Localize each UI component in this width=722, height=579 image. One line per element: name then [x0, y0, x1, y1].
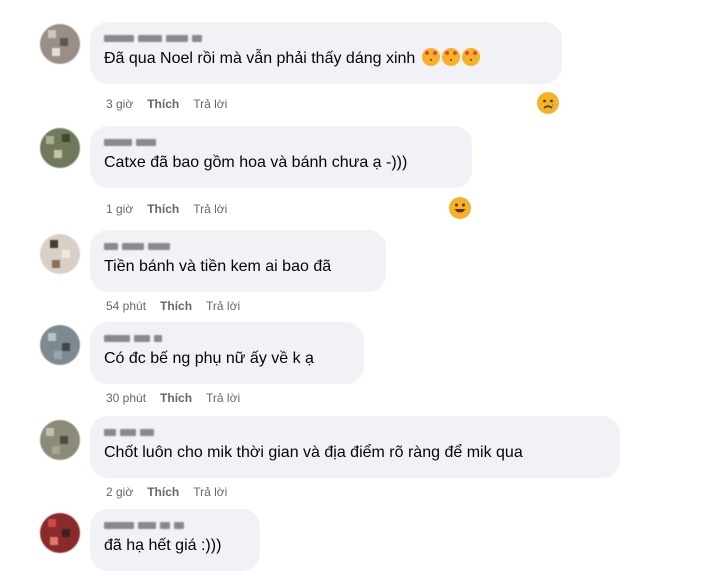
comment-actions: 2 giờ Thích Trả lời	[106, 485, 227, 499]
grinning-face-icon[interactable]	[449, 197, 471, 219]
like-button[interactable]: Thích	[160, 391, 192, 405]
comment-bubble: Tiền bánh và tiền kem ai bao đã	[90, 230, 386, 292]
timestamp[interactable]: 2 giờ	[106, 485, 133, 499]
author-name-redacted[interactable]	[104, 30, 550, 46]
comment-bubble: Đã qua Noel rồi mà vẫn phải thấy dáng xi…	[90, 22, 562, 84]
like-button[interactable]: Thích	[160, 299, 192, 313]
avatar[interactable]	[40, 24, 80, 64]
timestamp[interactable]: 3 giờ	[106, 97, 133, 111]
author-name-redacted[interactable]	[104, 238, 374, 254]
timestamp[interactable]: 1 giờ	[106, 202, 133, 216]
comment-bubble: Chốt luôn cho mik thời gian và địa điểm …	[90, 416, 620, 478]
like-button[interactable]: Thích	[147, 202, 179, 216]
comment-text: Catxe đã bao gồm hoa và bánh chưa ạ -)))	[104, 154, 408, 171]
author-name-redacted[interactable]	[104, 134, 460, 150]
reply-button[interactable]: Trả lời	[206, 391, 240, 405]
comment-bubble: Catxe đã bao gồm hoa và bánh chưa ạ -)))	[90, 126, 472, 188]
avatar[interactable]	[40, 128, 80, 168]
crying-face-icon[interactable]	[537, 92, 559, 114]
reply-button[interactable]: Trả lời	[193, 485, 227, 499]
avatar[interactable]	[40, 420, 80, 460]
avatar[interactable]	[40, 325, 80, 365]
reply-button[interactable]: Trả lời	[206, 299, 240, 313]
reply-button[interactable]: Trả lời	[193, 202, 227, 216]
comment-actions: 30 phút Thích Trả lời	[106, 391, 240, 405]
author-name-redacted[interactable]	[104, 424, 608, 440]
author-name-redacted[interactable]	[104, 330, 352, 346]
comment-actions: 3 giờ Thích Trả lời	[106, 97, 227, 111]
comment-bubble: đã hạ hết giá :)))	[90, 509, 260, 571]
like-button[interactable]: Thích	[147, 97, 179, 111]
comment-text: Tiền bánh và tiền kem ai bao đã	[104, 258, 332, 275]
comment-text: đã hạ hết giá :)))	[104, 537, 222, 554]
comment-text: Đã qua Noel rồi mà vẫn phải thấy dáng xi…	[104, 50, 416, 67]
comment-bubble: Có đc bế ng phụ nữ ấy về k ạ	[90, 322, 364, 384]
avatar[interactable]	[40, 513, 80, 553]
comment-actions: 54 phút Thích Trả lời	[106, 299, 240, 313]
timestamp[interactable]: 54 phút	[106, 299, 146, 313]
comment-actions: 1 giờ Thích Trả lời	[106, 202, 227, 216]
comment-text: Chốt luôn cho mik thời gian và địa điểm …	[104, 444, 523, 461]
avatar[interactable]	[40, 234, 80, 274]
smiling-face-with-hearts-icon	[421, 48, 440, 66]
author-name-redacted[interactable]	[104, 517, 248, 533]
timestamp[interactable]: 30 phút	[106, 391, 146, 405]
comment-text: Có đc bế ng phụ nữ ấy về k ạ	[104, 350, 314, 367]
reply-button[interactable]: Trả lời	[193, 97, 227, 111]
smiling-face-with-hearts-icon	[461, 48, 480, 66]
smiling-face-with-hearts-icon	[441, 48, 460, 66]
like-button[interactable]: Thích	[147, 485, 179, 499]
